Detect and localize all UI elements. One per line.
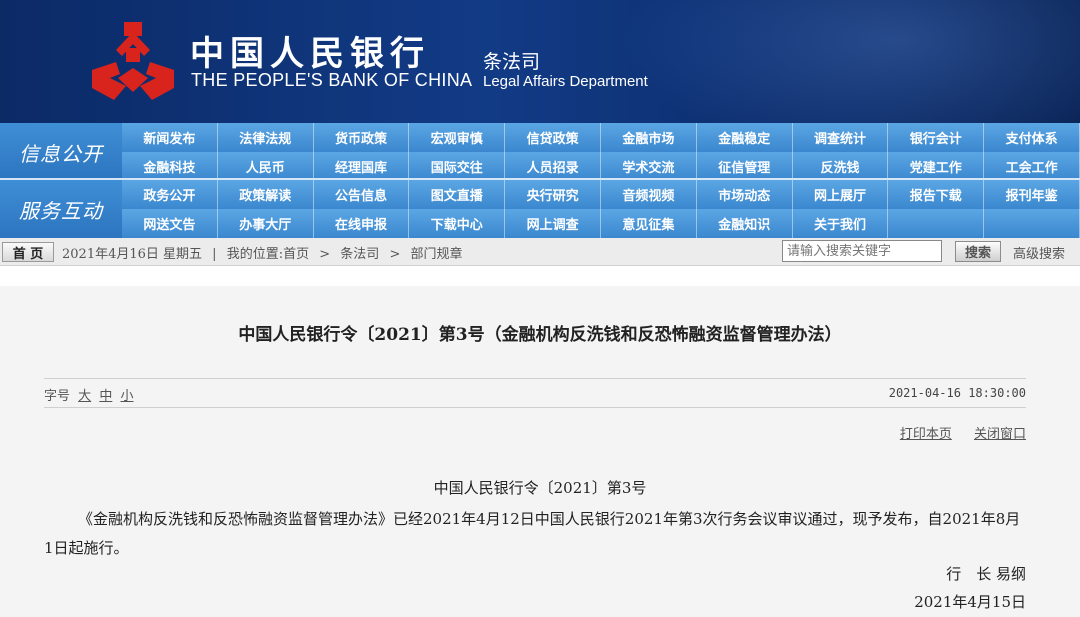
publish-datetime: 2021-04-16 18:30:00 bbox=[888, 386, 1026, 400]
nav-item[interactable]: 金融稳定 bbox=[697, 123, 793, 152]
nav-item[interactable]: 报刊年鉴 bbox=[984, 180, 1080, 209]
nav-item[interactable]: 网送文告 bbox=[122, 209, 218, 238]
nav-item[interactable]: 法律法规 bbox=[218, 123, 314, 152]
header-glow bbox=[620, 0, 1080, 123]
nav-item[interactable]: 央行研究 bbox=[505, 180, 601, 209]
nav-item[interactable]: 信贷政策 bbox=[505, 123, 601, 152]
nav-item[interactable]: 党建工作 bbox=[888, 152, 985, 181]
close-window-link[interactable]: 关闭窗口 bbox=[974, 427, 1026, 442]
font-large-link[interactable]: 大 bbox=[78, 389, 91, 404]
nav-item[interactable]: 反洗钱 bbox=[793, 152, 889, 181]
nav-item[interactable]: 网上展厅 bbox=[793, 180, 889, 209]
dept-name-en: Legal Affairs Department bbox=[483, 73, 648, 90]
nav-item[interactable]: 金融科技 bbox=[122, 152, 218, 181]
nav-item[interactable]: 支付体系 bbox=[984, 123, 1080, 152]
article-meta-bar: 字号 大 中 小 2021-04-16 18:30:00 bbox=[44, 378, 1026, 408]
nav-grid-info: 新闻发布 法律法规 货币政策 宏观审慎 信贷政策 金融市场 金融稳定 调查统计 … bbox=[122, 123, 1080, 181]
nav-item[interactable]: 银行会计 bbox=[888, 123, 985, 152]
breadcrumb-arrow: > bbox=[319, 247, 331, 262]
advanced-search-link[interactable]: 高级搜索 bbox=[1013, 243, 1065, 262]
home-button[interactable]: 首 页 bbox=[2, 242, 54, 262]
nav-item[interactable]: 政务公开 bbox=[122, 180, 218, 209]
font-size-controls: 字号 大 中 小 bbox=[44, 385, 133, 404]
nav-item[interactable]: 调查统计 bbox=[793, 123, 889, 152]
nav-item[interactable]: 宏观审慎 bbox=[409, 123, 506, 152]
article-title: 中国人民银行令〔2021〕第3号（金融机构反洗钱和反恐怖融资监督管理办法） bbox=[238, 325, 842, 345]
nav-info-public: 信息公开 新闻发布 法律法规 货币政策 宏观审慎 信贷政策 金融市场 金融稳定 … bbox=[0, 123, 1080, 181]
breadcrumb-separator: | bbox=[212, 247, 217, 262]
breadcrumb-home-link[interactable]: 我的位置:首页 bbox=[227, 247, 309, 262]
print-page-link[interactable]: 打印本页 bbox=[900, 427, 952, 442]
current-date: 2021年4月16日 星期五 bbox=[62, 247, 203, 262]
nav-item[interactable]: 金融市场 bbox=[601, 123, 697, 152]
nav-item[interactable]: 政策解读 bbox=[218, 180, 314, 209]
breadcrumb-arrow: > bbox=[389, 247, 401, 262]
signature-date: 2021年4月15日 bbox=[914, 593, 1026, 611]
nav-grid-service: 政务公开 政策解读 公告信息 图文直播 央行研究 音频视频 市场动态 网上展厅 … bbox=[122, 180, 1080, 238]
pboc-logo-icon[interactable] bbox=[92, 22, 174, 100]
nav-item[interactable]: 新闻发布 bbox=[122, 123, 218, 152]
nav-item[interactable]: 图文直播 bbox=[409, 180, 506, 209]
bank-name-en: THE PEOPLE'S BANK OF CHINA bbox=[191, 70, 473, 90]
font-size-label: 字号 bbox=[44, 389, 71, 404]
article-paragraph: 《金融机构反洗钱和反恐怖融资监督管理办法》已经2021年4月12日中国人民银行2… bbox=[44, 510, 1021, 557]
nav-item[interactable]: 报告下载 bbox=[888, 180, 985, 209]
dept-name-cn: 条法司 bbox=[483, 51, 541, 73]
bank-name-cn: 中国人民银行 bbox=[190, 34, 430, 74]
nav-item[interactable]: 音频视频 bbox=[601, 180, 697, 209]
nav-item[interactable]: 工会工作 bbox=[984, 152, 1080, 181]
breadcrumb-bar: 首 页 2021年4月16日 星期五 | 我的位置:首页 > 条法司 > 部门规… bbox=[0, 238, 1080, 266]
nav-item[interactable]: 网上调查 bbox=[505, 209, 601, 238]
article-content: 中国人民银行令〔2021〕第3号（金融机构反洗钱和反恐怖融资监督管理办法） 字号… bbox=[0, 286, 1080, 617]
nav-item[interactable]: 学术交流 bbox=[601, 152, 697, 181]
nav-item[interactable]: 征信管理 bbox=[697, 152, 793, 181]
nav-item[interactable]: 人民币 bbox=[218, 152, 314, 181]
site-header: 中国人民银行 THE PEOPLE'S BANK OF CHINA 条法司 Le… bbox=[0, 0, 1080, 123]
signature: 行 长 易纲 bbox=[946, 565, 1026, 583]
nav-item[interactable]: 在线申报 bbox=[314, 209, 410, 238]
nav-service-interaction: 服务互动 政务公开 政策解读 公告信息 图文直播 央行研究 音频视频 市场动态 … bbox=[0, 180, 1080, 238]
nav-item[interactable]: 国际交往 bbox=[409, 152, 506, 181]
nav-item[interactable]: 货币政策 bbox=[314, 123, 410, 152]
nav-item-empty bbox=[888, 209, 985, 238]
breadcrumb-category-link[interactable]: 部门规章 bbox=[410, 247, 462, 262]
search-input[interactable] bbox=[782, 240, 942, 262]
nav-item[interactable]: 人员招录 bbox=[505, 152, 601, 181]
nav-label-info: 信息公开 bbox=[0, 123, 122, 181]
nav-item[interactable]: 经理国库 bbox=[314, 152, 410, 181]
nav-item[interactable]: 意见征集 bbox=[601, 209, 697, 238]
breadcrumb: 2021年4月16日 星期五 | 我的位置:首页 > 条法司 > 部门规章 bbox=[62, 243, 469, 262]
article-tools: 打印本页 关闭窗口 bbox=[882, 423, 1026, 442]
search-button[interactable]: 搜索 bbox=[955, 241, 1001, 262]
nav-item[interactable]: 市场动态 bbox=[697, 180, 793, 209]
nav-item[interactable]: 公告信息 bbox=[314, 180, 410, 209]
nav-item[interactable]: 办事大厅 bbox=[218, 209, 314, 238]
nav-label-service: 服务互动 bbox=[0, 180, 122, 238]
font-medium-link[interactable]: 中 bbox=[99, 389, 112, 404]
font-small-link[interactable]: 小 bbox=[120, 389, 133, 404]
nav-item[interactable]: 关于我们 bbox=[793, 209, 889, 238]
nav-item-empty bbox=[984, 209, 1080, 238]
content-spacer bbox=[0, 266, 1080, 286]
order-heading: 中国人民银行令〔2021〕第3号 bbox=[433, 479, 647, 497]
nav-item[interactable]: 下载中心 bbox=[409, 209, 506, 238]
breadcrumb-dept-link[interactable]: 条法司 bbox=[340, 247, 379, 262]
nav-item[interactable]: 金融知识 bbox=[697, 209, 793, 238]
